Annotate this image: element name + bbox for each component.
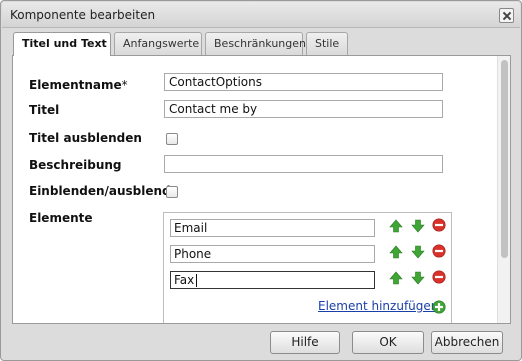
einblenden-ausblenden-label: Einblenden/ausblend [29, 184, 171, 198]
element-input-phone[interactable]: Phone [170, 245, 375, 263]
elements-multifield: Email Phone Fax Element hinzufügen [163, 212, 452, 323]
cancel-button[interactable]: Abbrechen [431, 331, 503, 354]
panel-scrollbar[interactable] [497, 56, 510, 323]
tab-titel-und-text[interactable]: Titel und Text [13, 32, 111, 56]
einblenden-ausblenden-checkbox[interactable] [166, 186, 178, 198]
titel-input[interactable]: Contact me by [164, 100, 443, 118]
tab-beschraenkungen[interactable]: Beschränkungen [205, 32, 306, 55]
tab-anfangswerte[interactable]: Anfangswerte [114, 32, 202, 55]
remove-icon[interactable] [432, 218, 446, 232]
titel-ausblenden-label: Titel ausblenden [29, 131, 142, 145]
remove-icon[interactable] [432, 270, 446, 284]
help-button[interactable]: Hilfe [270, 331, 340, 354]
titel-ausblenden-checkbox[interactable] [166, 133, 178, 145]
arrow-up-icon[interactable] [389, 245, 403, 259]
add-icon[interactable] [432, 300, 446, 314]
tab-panel: Elementname* ContactOptions Titel Contac… [12, 55, 511, 324]
elementname-label: Elementname* [29, 78, 128, 92]
arrow-down-icon[interactable] [411, 245, 425, 259]
edit-component-dialog: Komponente bearbeiten Titel und Text Anf… [0, 0, 522, 361]
beschreibung-label: Beschreibung [29, 158, 122, 172]
tab-stile[interactable]: Stile [306, 32, 348, 55]
arrow-up-icon[interactable] [389, 219, 403, 233]
arrow-down-icon[interactable] [411, 271, 425, 285]
close-icon[interactable] [499, 8, 514, 23]
dialog-titlebar[interactable]: Komponente bearbeiten [2, 2, 520, 28]
add-element-link[interactable]: Element hinzufügen [318, 299, 438, 313]
elementname-input[interactable]: ContactOptions [164, 73, 443, 91]
element-input-fax[interactable]: Fax [170, 271, 375, 289]
ok-button[interactable]: OK [352, 331, 424, 354]
arrow-down-icon[interactable] [411, 219, 425, 233]
element-input-email[interactable]: Email [170, 219, 375, 237]
elementname-label-text: Elementname [29, 78, 122, 92]
remove-icon[interactable] [432, 244, 446, 258]
beschreibung-input[interactable] [164, 155, 443, 173]
arrow-up-icon[interactable] [389, 271, 403, 285]
elemente-label: Elemente [29, 211, 93, 225]
titel-label: Titel [29, 103, 60, 117]
required-marker: * [121, 78, 128, 92]
scrollbar-thumb[interactable] [501, 60, 508, 258]
dialog-title: Komponente bearbeiten [10, 8, 156, 22]
